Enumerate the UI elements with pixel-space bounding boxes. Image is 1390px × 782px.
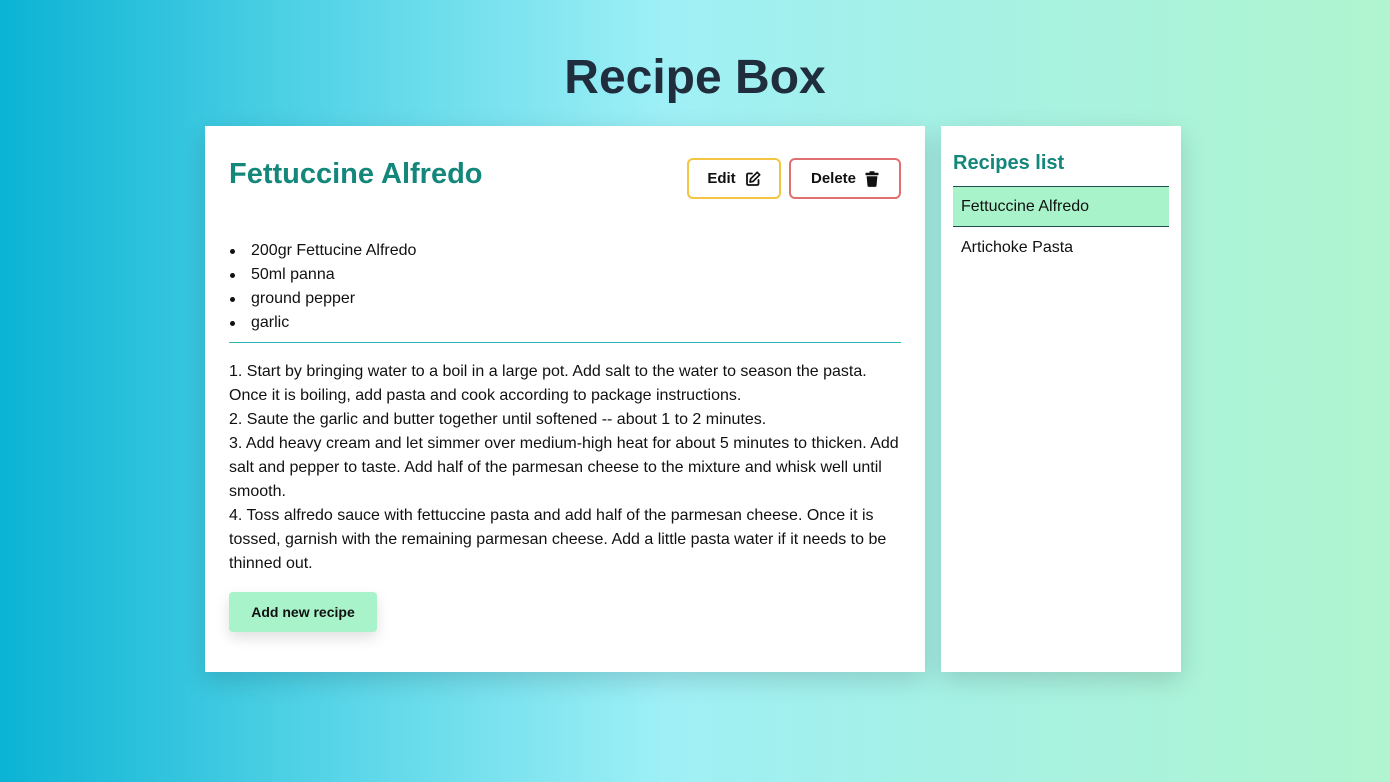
ingredient-item: ground pepper	[229, 287, 416, 311]
recipe-list-item-artichoke-pasta[interactable]: Artichoke Pasta	[953, 227, 1169, 268]
trash-icon	[865, 170, 879, 187]
recipes-list-card: Recipes list Fettuccine Alfredo Artichok…	[941, 126, 1181, 672]
edit-button[interactable]: Edit	[687, 158, 781, 199]
recipes-list-title: Recipes list	[953, 152, 1065, 174]
ingredient-item: garlic	[229, 311, 416, 335]
edit-icon	[745, 170, 761, 186]
recipes-list: Fettuccine Alfredo Artichoke Pasta	[953, 186, 1169, 268]
ingredients-list: 200gr Fettucine Alfredo 50ml panna groun…	[229, 239, 416, 335]
divider	[229, 342, 901, 343]
edit-button-label: Edit	[707, 170, 736, 187]
app-title: Recipe Box	[564, 51, 826, 104]
instruction-step: 4. Toss alfredo sauce with fettuccine pa…	[229, 507, 887, 572]
ingredient-item: 200gr Fettucine Alfredo	[229, 239, 416, 263]
delete-button[interactable]: Delete	[789, 158, 901, 199]
recipe-card: Fettuccine Alfredo Edit Delete 200gr Fet…	[205, 126, 925, 672]
ingredient-item: 50ml panna	[229, 263, 416, 287]
recipe-title: Fettuccine Alfredo	[229, 158, 483, 190]
add-recipe-button[interactable]: Add new recipe	[229, 592, 377, 632]
instruction-step: 2. Saute the garlic and butter together …	[229, 411, 767, 428]
delete-button-label: Delete	[810, 170, 857, 187]
instructions: 1. Start by bringing water to a boil in …	[229, 360, 905, 576]
instruction-step: 1. Start by bringing water to a boil in …	[229, 363, 867, 404]
instruction-step: 3. Add heavy cream and let simmer over m…	[229, 435, 899, 500]
recipe-list-item-fettuccine-alfredo[interactable]: Fettuccine Alfredo	[953, 186, 1169, 227]
